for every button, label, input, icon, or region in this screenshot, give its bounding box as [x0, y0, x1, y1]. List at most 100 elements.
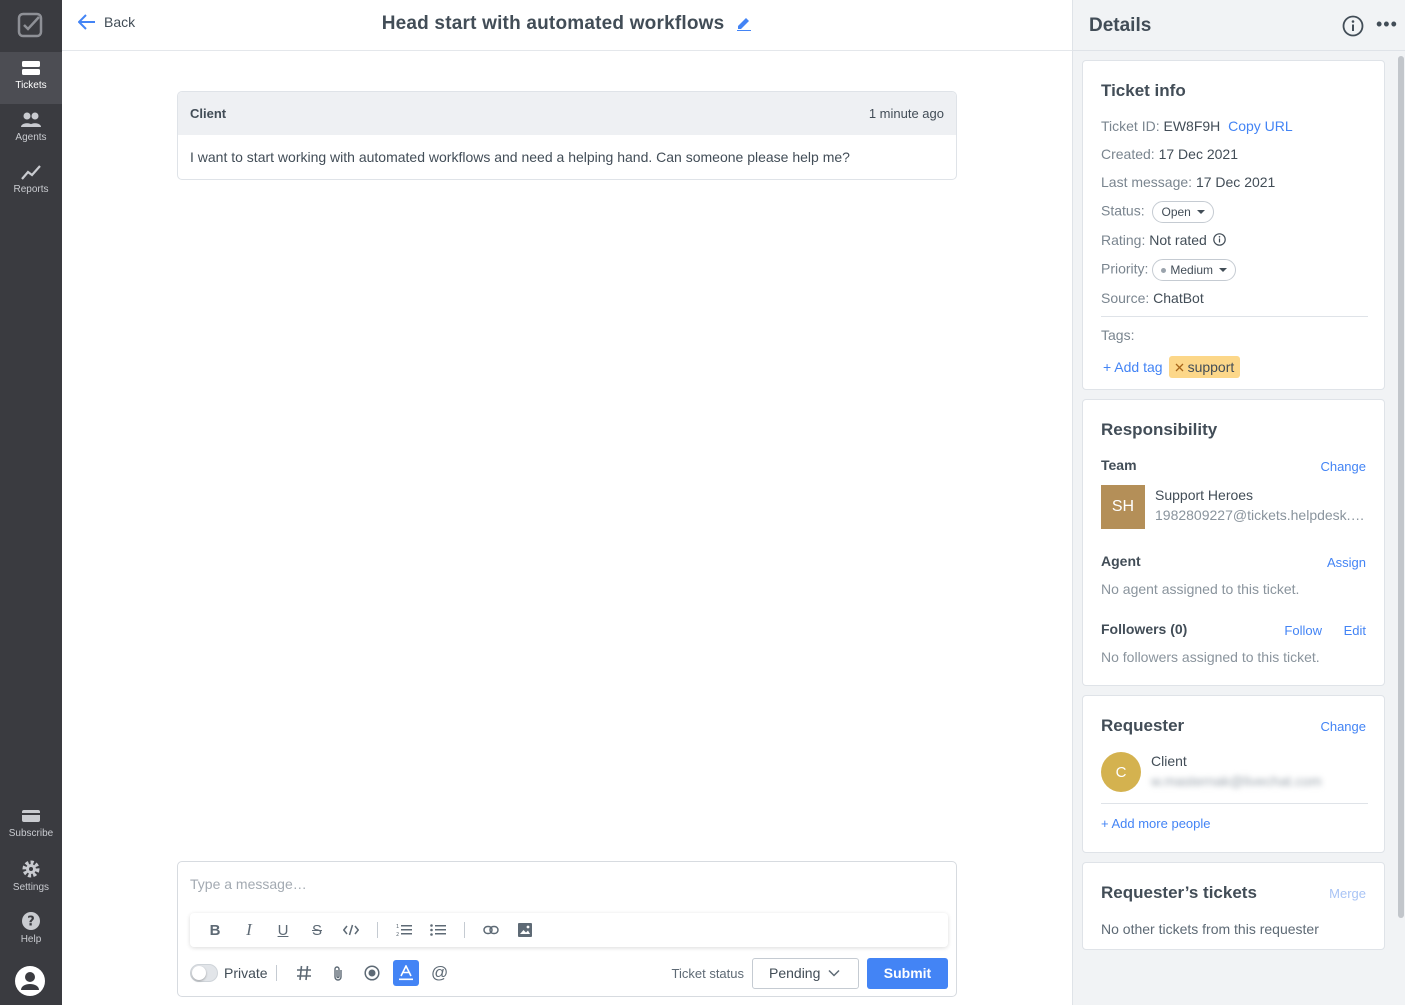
- add-tag-link[interactable]: + Add tag: [1103, 359, 1163, 375]
- user-avatar[interactable]: [15, 966, 45, 996]
- private-toggle[interactable]: [190, 964, 218, 982]
- source-value: ChatBot: [1153, 290, 1204, 306]
- created-label: Created:: [1101, 146, 1155, 162]
- priority-label: Priority:: [1101, 260, 1149, 277]
- source-row: Source: ChatBot: [1101, 290, 1204, 306]
- agent-label: Agent: [1101, 553, 1141, 569]
- nav-item-label: Tickets: [15, 80, 47, 91]
- remove-tag-icon[interactable]: [1175, 363, 1184, 372]
- created-row: Created: 17 Dec 2021: [1101, 146, 1238, 162]
- caret-down-icon: [1219, 268, 1228, 272]
- chevron-down-icon: [828, 969, 840, 977]
- ticket-info-title: Ticket info: [1101, 81, 1186, 100]
- code-button[interactable]: [334, 913, 368, 947]
- attach-button[interactable]: [321, 957, 355, 989]
- team-label: Team: [1101, 457, 1137, 473]
- assign-link[interactable]: Assign: [1327, 555, 1366, 570]
- left-nav: Tickets Agents Reports Subscribe Setting…: [0, 0, 62, 1005]
- nav-item-label: Agents: [15, 132, 47, 143]
- nav-item-subscribe[interactable]: Subscribe: [0, 800, 62, 852]
- composer-actions: Private @ Ticket status Pending Submit: [190, 957, 948, 989]
- source-label: Source:: [1101, 290, 1150, 306]
- canned-response-button[interactable]: [287, 957, 321, 989]
- requester-card: Requester Change C Client w.masternak@li…: [1082, 695, 1385, 853]
- svg-text:?: ?: [27, 915, 35, 930]
- nav-item-reports[interactable]: Reports: [0, 156, 62, 208]
- ticket-status-label: Ticket status: [671, 965, 744, 981]
- bold-icon: B: [209, 921, 221, 939]
- responsibility-card: Responsibility Team Change SH Support He…: [1082, 399, 1385, 686]
- nav-item-label: Subscribe: [8, 828, 54, 839]
- rating-row: Rating: Not rated: [1101, 232, 1226, 248]
- copy-url-link[interactable]: Copy URL: [1228, 118, 1293, 134]
- status-dropdown[interactable]: Open: [1152, 201, 1214, 223]
- nav-item-agents[interactable]: Agents: [0, 104, 62, 156]
- strikethrough-button[interactable]: S: [300, 913, 334, 947]
- mention-button[interactable]: @: [423, 957, 457, 989]
- message-card: Client 1 minute ago I want to start work…: [177, 91, 957, 180]
- code-icon: [343, 924, 359, 936]
- link-icon: [483, 925, 499, 935]
- details-header: Details •••: [1073, 0, 1405, 51]
- message-composer: B I U S 12 Private: [177, 861, 957, 997]
- requester-name: Client: [1151, 753, 1187, 769]
- help-icon: ?: [22, 912, 40, 930]
- ticket-status-select[interactable]: Pending: [752, 957, 859, 989]
- nav-item-help[interactable]: ? Help: [0, 904, 62, 956]
- text-format-button[interactable]: [392, 960, 419, 986]
- hash-icon: [296, 965, 311, 981]
- merge-link[interactable]: Merge: [1329, 886, 1366, 901]
- toolbar-divider: [377, 922, 378, 938]
- nav-item-settings[interactable]: Settings: [0, 852, 62, 904]
- nav-item-label: Reports: [13, 184, 49, 195]
- underline-button[interactable]: U: [266, 913, 300, 947]
- bullet-list-button[interactable]: [421, 913, 455, 947]
- follow-link[interactable]: Follow: [1284, 623, 1322, 638]
- message-time: 1 minute ago: [868, 106, 944, 121]
- italic-button[interactable]: I: [232, 913, 266, 947]
- bold-button[interactable]: B: [198, 913, 232, 947]
- strikethrough-icon: S: [311, 921, 322, 939]
- image-icon: [518, 923, 532, 937]
- requester-divider: [1101, 803, 1368, 804]
- edit-followers-link[interactable]: Edit: [1344, 623, 1366, 638]
- add-more-people-link[interactable]: + Add more people: [1101, 816, 1211, 831]
- record-button[interactable]: [355, 957, 389, 989]
- details-scrollbar[interactable]: [1396, 52, 1405, 952]
- gear-icon: [22, 860, 40, 878]
- rating-label: Rating:: [1101, 232, 1146, 248]
- status-value: Open: [1161, 205, 1191, 219]
- responsibility-title: Responsibility: [1101, 420, 1218, 439]
- pencil-icon[interactable]: [736, 15, 752, 32]
- team-change-link[interactable]: Change: [1320, 459, 1366, 474]
- priority-dot-icon: [1161, 267, 1167, 273]
- ticket-id-value: EW8F9H: [1163, 118, 1221, 134]
- subscribe-icon: [22, 810, 40, 822]
- message-header: Client 1 minute ago: [178, 92, 956, 135]
- priority-value: Medium: [1170, 263, 1214, 277]
- info-icon[interactable]: [1212, 233, 1226, 246]
- team-avatar: SH: [1101, 485, 1145, 529]
- tag-label: support: [1187, 359, 1235, 375]
- nav-item-tickets[interactable]: Tickets: [0, 52, 62, 104]
- ticket-id-label: Ticket ID:: [1101, 118, 1160, 134]
- last-message-label: Last message:: [1101, 174, 1193, 190]
- more-options-icon[interactable]: •••: [1376, 14, 1398, 35]
- link-button[interactable]: [474, 913, 508, 947]
- tag-chip: support: [1168, 356, 1241, 378]
- helpdesk-logo-icon[interactable]: [17, 12, 43, 38]
- ticket-icon: [22, 61, 40, 75]
- image-button[interactable]: [508, 913, 542, 947]
- priority-dropdown[interactable]: Medium: [1152, 259, 1237, 281]
- info-icon[interactable]: [1342, 15, 1364, 37]
- scrollbar-thumb[interactable]: [1398, 56, 1404, 918]
- requester-change-link[interactable]: Change: [1320, 719, 1366, 734]
- ordered-list-button[interactable]: 12: [387, 913, 421, 947]
- message-author: Client: [190, 106, 227, 121]
- ticket-info-card: Ticket info Ticket ID: EW8F9H Copy URL C…: [1082, 60, 1385, 390]
- message-body: I want to start working with automated w…: [190, 149, 850, 165]
- toolbar-divider: [464, 922, 465, 938]
- submit-button[interactable]: Submit: [867, 957, 948, 989]
- rating-value: Not rated: [1149, 232, 1207, 248]
- message-input[interactable]: [190, 876, 930, 892]
